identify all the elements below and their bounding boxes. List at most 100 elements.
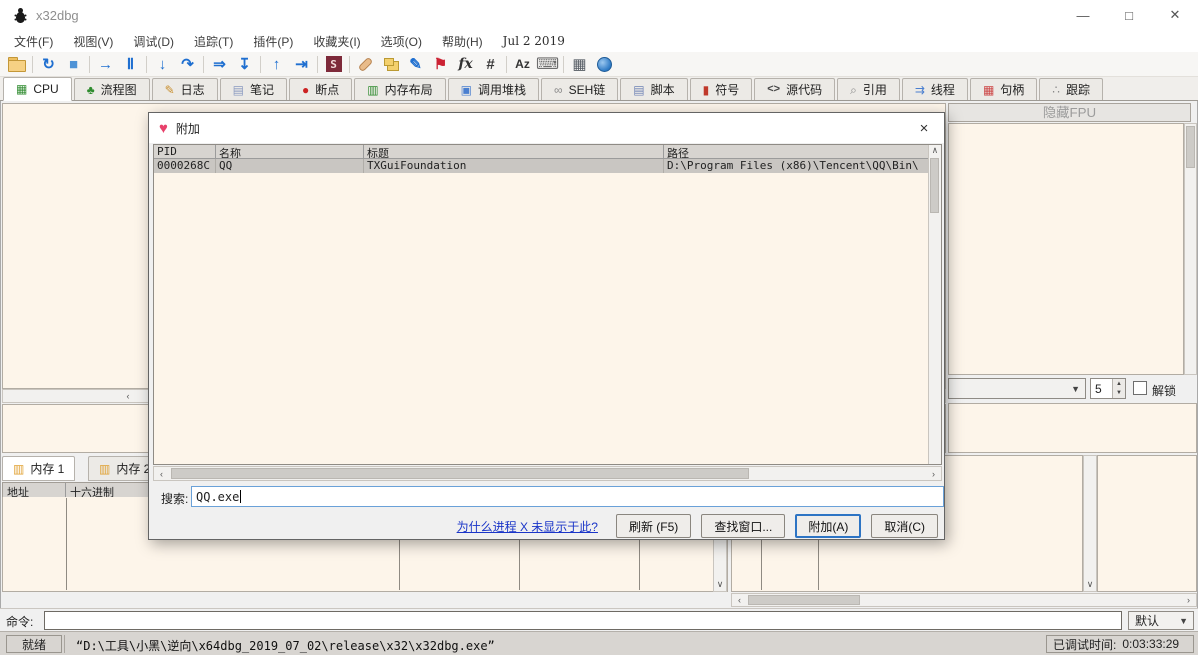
tab-seh[interactable]: ∞SEH链 [541, 78, 618, 100]
label-button[interactable]: ✎ [403, 53, 428, 75]
registers-vscrollbar[interactable] [1184, 123, 1197, 375]
tab-memory-map[interactable]: ▥内存布局 [354, 78, 445, 100]
dialog-close-button[interactable]: × [904, 113, 944, 143]
menu-debug[interactable]: 调试(D) [123, 31, 184, 52]
command-input[interactable] [44, 611, 1122, 630]
patch-button[interactable] [353, 53, 378, 75]
scrollbar-thumb[interactable] [1186, 126, 1195, 168]
column-name[interactable]: 名称 [216, 145, 364, 158]
string-button[interactable]: # [478, 53, 503, 75]
maximize-button[interactable]: □ [1106, 0, 1152, 30]
bookmark-button[interactable]: ⚑ [428, 53, 453, 75]
function-button[interactable]: fx [453, 53, 478, 75]
row-count-stepper[interactable]: 5 ▲▼ [1090, 378, 1126, 399]
tab-source[interactable]: <>源代码 [754, 78, 835, 100]
stop-button[interactable]: ■ [61, 53, 86, 75]
stack-vscrollbar[interactable]: ∨ [1083, 455, 1097, 592]
handles-icon: ▦ [983, 84, 994, 96]
close-button[interactable]: ✕ [1152, 0, 1198, 30]
hide-fpu-button[interactable]: 隐藏FPU [948, 103, 1191, 122]
column-pid[interactable]: PID [154, 145, 216, 158]
animate-into-button[interactable]: ⇒ [207, 53, 232, 75]
tab-call-stack[interactable]: ▣调用堆栈 [448, 78, 539, 100]
label-icon: ✎ [409, 57, 422, 72]
cancel-button[interactable]: 取消(C) [871, 514, 938, 538]
minimize-button[interactable]: — [1060, 0, 1106, 30]
scroll-right-icon[interactable]: › [927, 467, 940, 480]
tab-threads[interactable]: ⇉线程 [902, 78, 968, 100]
info-pane-right [948, 403, 1197, 453]
spin-down-icon[interactable]: ▼ [1113, 389, 1125, 399]
process-table-vscrollbar[interactable]: ∧ [928, 145, 941, 464]
toolbar-separator [146, 56, 147, 73]
website-button[interactable] [592, 53, 617, 75]
rows-combobox[interactable]: ▼ [948, 378, 1086, 399]
dialog-title-bar[interactable]: ♥ 附加 [149, 113, 944, 143]
menu-view[interactable]: 视图(V) [63, 31, 123, 52]
restart-button[interactable]: ↻ [36, 53, 61, 75]
tab-handles[interactable]: ▦句柄 [970, 78, 1037, 100]
unlock-checkbox[interactable] [1133, 381, 1147, 395]
menu-help[interactable]: 帮助(H) [432, 31, 493, 52]
execute-till-return-button[interactable]: ↧ [232, 53, 257, 75]
scrollbar-thumb[interactable] [930, 158, 939, 213]
why-not-shown-link[interactable]: 为什么进程 X 未显示于此? [457, 518, 598, 535]
tab-script[interactable]: ▤脚本 [620, 78, 687, 100]
profile-dropdown[interactable]: 默认 ▼ [1128, 611, 1194, 630]
scroll-left-icon[interactable]: ‹ [155, 467, 168, 480]
font-button[interactable]: Az [510, 53, 535, 75]
calculator-button[interactable]: ▦ [567, 53, 592, 75]
scroll-left-icon[interactable]: ‹ [121, 390, 135, 402]
process-table-header: PID 名称 标题 路径 [154, 145, 941, 159]
scrollbar-thumb[interactable] [748, 595, 860, 605]
function-icon: fx [458, 56, 472, 72]
menu-file[interactable]: 文件(F) [4, 31, 63, 52]
scroll-right-icon[interactable]: › [1182, 594, 1195, 606]
shortcuts-button[interactable]: ⌨ [535, 53, 560, 75]
tab-breakpoints[interactable]: ●断点 [289, 78, 352, 100]
script-icon: ▤ [633, 84, 644, 96]
open-file-button[interactable] [4, 53, 29, 75]
menu-bar: 文件(F) 视图(V) 调试(D) 追踪(T) 插件(P) 收藏夹(I) 选项(… [0, 30, 1198, 52]
menu-options[interactable]: 选项(O) [371, 31, 432, 52]
step-into-button[interactable]: ↓ [150, 53, 175, 75]
tab-cpu[interactable]: ▦CPU [3, 77, 72, 101]
menu-favourites[interactable]: 收藏夹(I) [303, 31, 370, 52]
tab-symbols[interactable]: ▮符号 [690, 78, 753, 100]
refresh-button[interactable]: 刷新 (F5) [616, 514, 691, 538]
skip-icon: S [326, 56, 342, 72]
comment-button[interactable] [378, 53, 403, 75]
tab-graph[interactable]: ♣流程图 [74, 78, 150, 100]
watch-pane[interactable] [1097, 455, 1197, 592]
scroll-down-icon[interactable]: ∨ [714, 578, 726, 591]
process-row-selected[interactable]: 0000268C QQ TXGuiFoundation D:\Program F… [154, 159, 941, 173]
scrollbar-thumb[interactable] [171, 468, 749, 479]
menu-trace[interactable]: 追踪(T) [184, 31, 243, 52]
tab-notes[interactable]: ▤笔记 [220, 78, 287, 100]
bottom-hscrollbar[interactable]: ‹ › [731, 593, 1197, 607]
tab-memory-1[interactable]: ▥ 内存 1 [2, 456, 75, 481]
tab-trace[interactable]: ∴跟踪 [1039, 78, 1103, 100]
menu-plugins[interactable]: 插件(P) [243, 31, 303, 52]
find-window-button[interactable]: 查找窗口... [701, 514, 785, 538]
run-to-user-code-button[interactable]: ⇥ [289, 53, 314, 75]
scroll-down-icon[interactable]: ∨ [1084, 578, 1096, 591]
step-over-button[interactable]: ↷ [175, 53, 200, 75]
tab-log[interactable]: ✎日志 [152, 78, 218, 100]
column-path[interactable]: 路径 [664, 145, 941, 158]
skip-button[interactable]: S [321, 53, 346, 75]
scroll-up-icon[interactable]: ∧ [929, 145, 941, 157]
attach-button[interactable]: 附加(A) [795, 514, 861, 538]
column-title[interactable]: 标题 [364, 145, 664, 158]
process-table-hscrollbar[interactable]: ‹ › [153, 466, 942, 481]
restart-icon: ↻ [42, 57, 55, 72]
tab-references[interactable]: ⌕引用 [837, 78, 900, 100]
spin-up-icon[interactable]: ▲ [1113, 379, 1125, 389]
search-input[interactable]: QQ.exe [191, 486, 944, 507]
step-out-button[interactable]: ↑ [264, 53, 289, 75]
pause-button[interactable]: Ⅱ [118, 53, 143, 75]
scroll-left-icon[interactable]: ‹ [733, 594, 746, 606]
column-address[interactable]: 地址 [3, 483, 66, 497]
registers-pane[interactable] [948, 123, 1184, 375]
run-button[interactable]: → [93, 53, 118, 75]
